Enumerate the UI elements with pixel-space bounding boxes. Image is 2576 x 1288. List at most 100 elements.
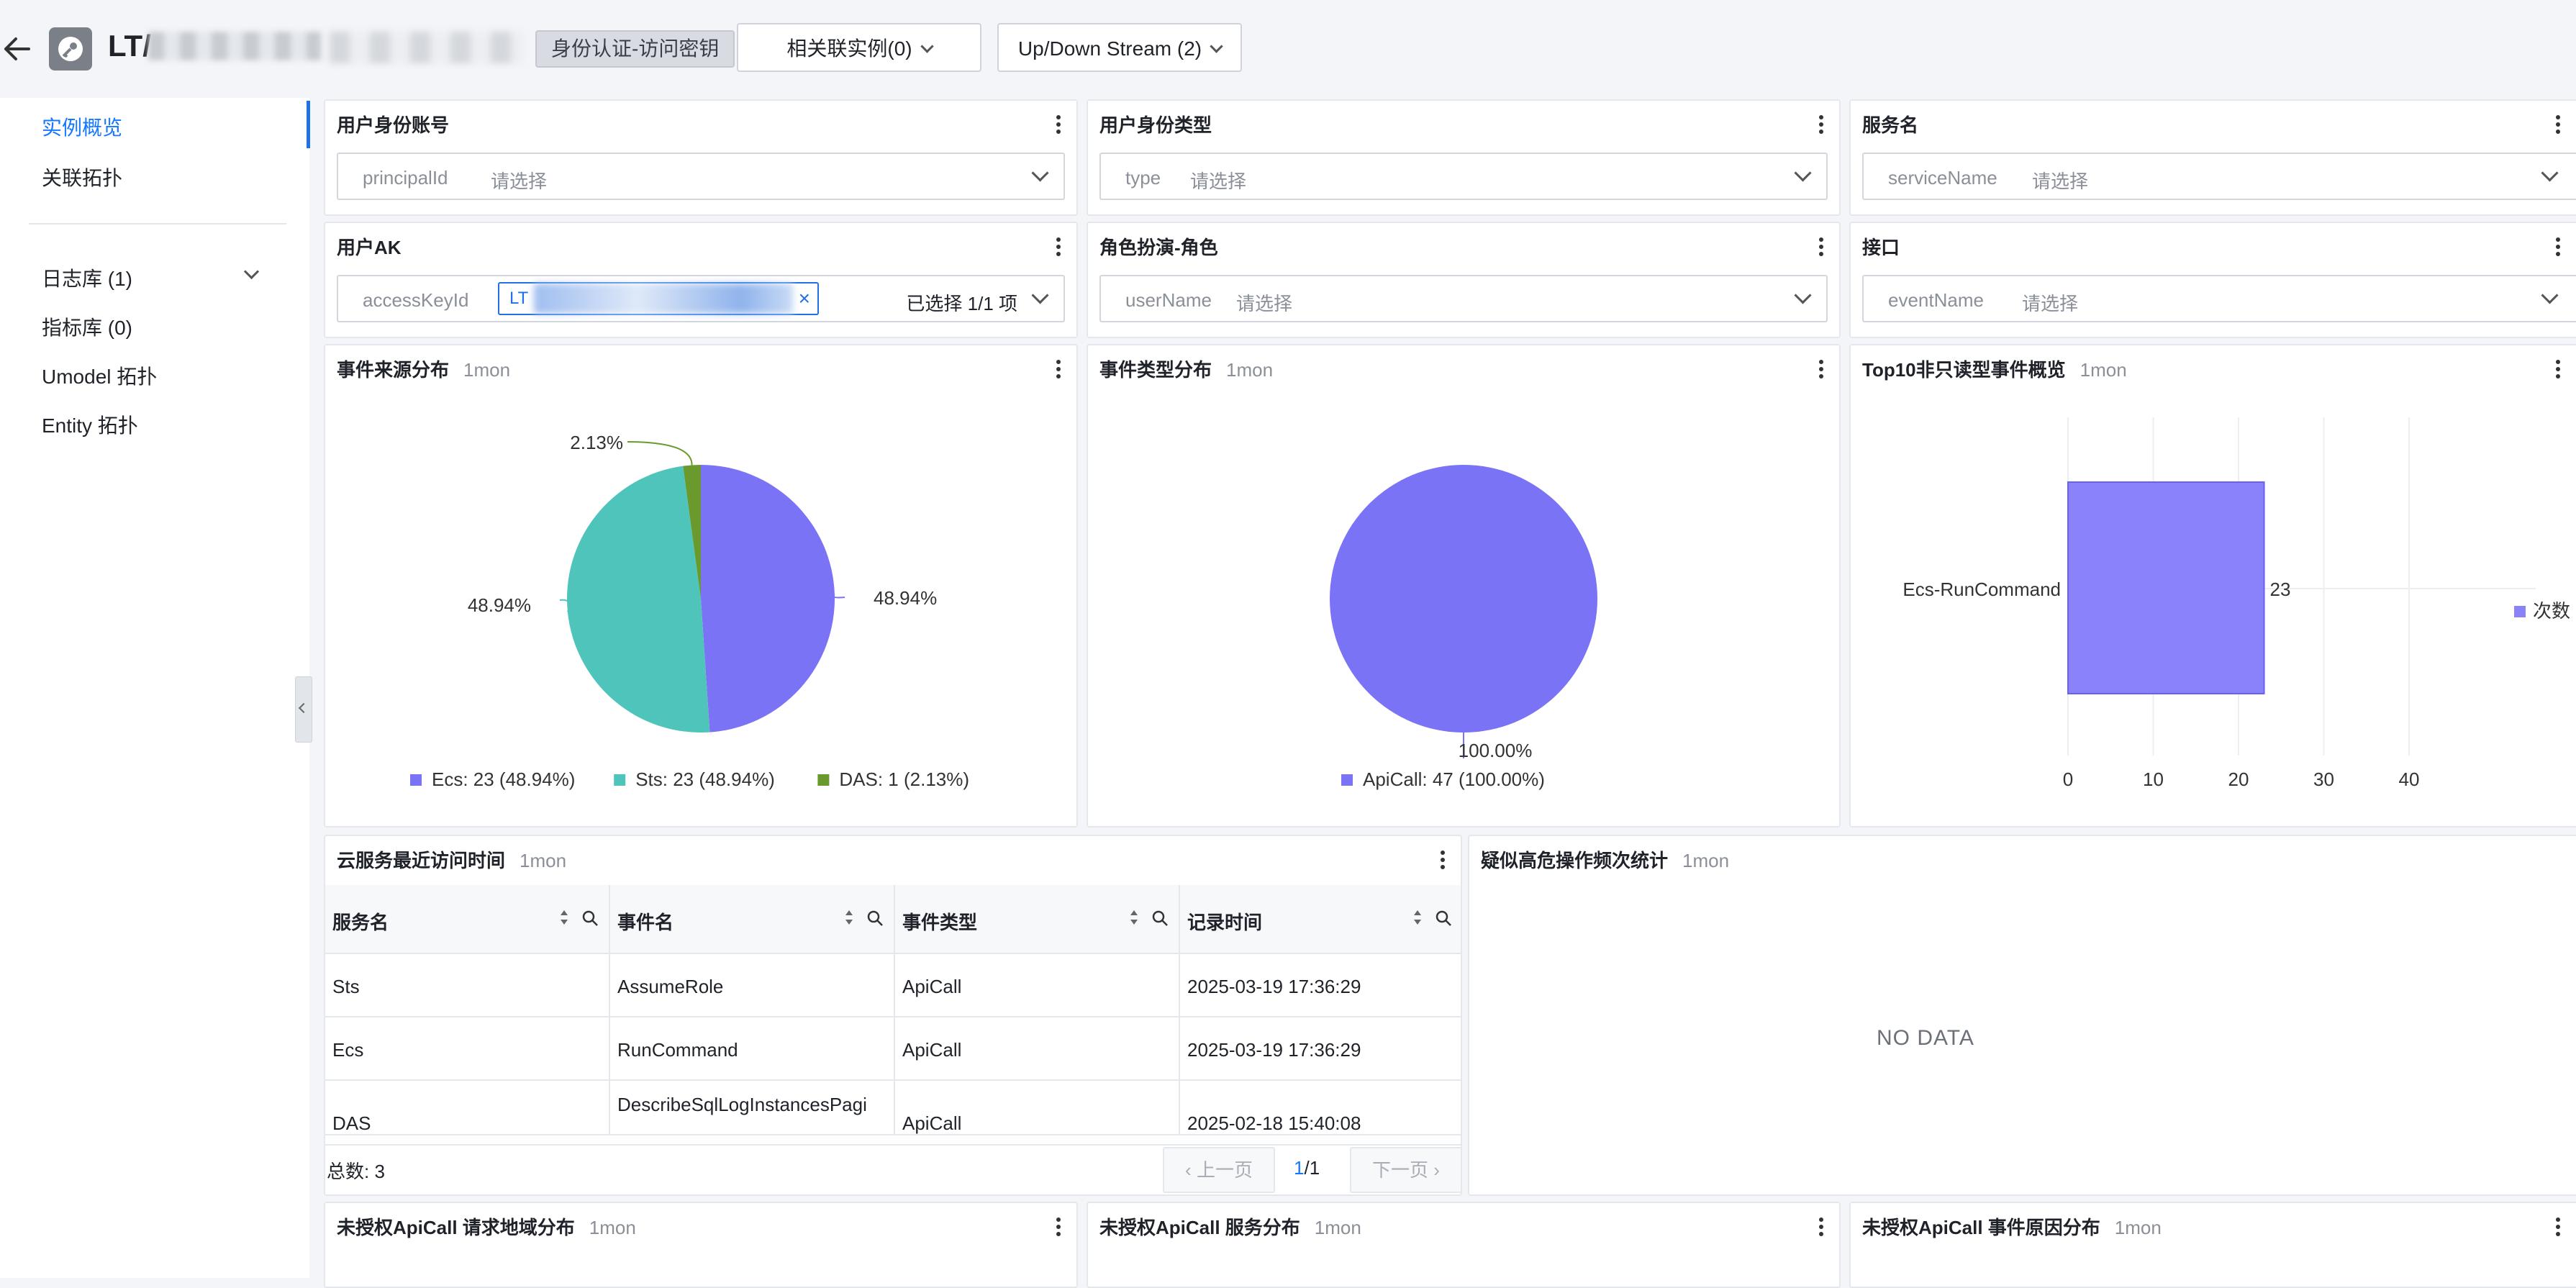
more-icon[interactable] — [1056, 360, 1061, 378]
bar — [2067, 481, 2265, 694]
more-icon[interactable] — [1056, 115, 1061, 134]
sidebar-item-metricstore[interactable]: 指标库 (0) — [42, 312, 132, 341]
chevron-down-icon — [1794, 286, 1812, 304]
access-key-select[interactable]: accessKeyId LT × 已选择 1/1 项 — [337, 275, 1065, 322]
filter-api-panel: 接口 eventName 请选择 — [1849, 222, 2576, 338]
sort-icon[interactable] — [1413, 907, 1422, 928]
sort-icon[interactable] — [560, 907, 568, 928]
event-type-pie: 100.00% ApiCall: 47 (100.00%) — [1330, 465, 1597, 790]
legend-swatch — [1341, 774, 1353, 786]
more-icon[interactable] — [1819, 115, 1823, 134]
api-select[interactable]: eventName 请选择 — [1862, 275, 2576, 322]
column-header-time[interactable]: 记录时间 — [1180, 885, 1461, 954]
panel-title: 未授权ApiCall 事件原因分布 1mon — [1862, 1213, 2162, 1240]
related-instances-label: 相关联实例(0) — [786, 37, 912, 60]
event-source-pie: 48.94% 48.94% 2.13% Ecs: 23 (48.94%) Sts: 23… — [410, 432, 969, 790]
search-icon[interactable] — [1151, 910, 1169, 927]
close-icon[interactable]: × — [799, 284, 810, 314]
redacted-ak — [534, 284, 793, 314]
principal-select[interactable]: principalId 请选择 — [337, 153, 1065, 200]
cell-text: Ecs — [332, 1039, 364, 1061]
panel-title-text: Top10非只读型事件概览 — [1862, 359, 2066, 381]
panel-title: 未授权ApiCall 请求地域分布 1mon — [337, 1213, 636, 1240]
more-icon[interactable] — [2556, 115, 2560, 134]
page-indicator: 1/1 — [1294, 1157, 1320, 1179]
cell-text: DAS — [332, 1112, 371, 1134]
sidebar-item-topology[interactable]: 关联拓扑 — [42, 163, 122, 191]
pie-label: 48.94% — [468, 594, 531, 616]
current-page: 1 — [1294, 1157, 1305, 1179]
time-range: 1mon — [1314, 1217, 1361, 1238]
panel-title: 云服务最近访问时间 1mon — [337, 846, 566, 873]
more-icon[interactable] — [1819, 360, 1823, 378]
column-header-service[interactable]: 服务名 — [325, 885, 610, 954]
unauth-service-panel: 未授权ApiCall 服务分布 1mon — [1087, 1202, 1841, 1288]
service-select[interactable]: serviceName 请选择 — [1862, 153, 2576, 200]
cell-text: ApiCall — [902, 1039, 962, 1061]
type-select[interactable]: type 请选择 — [1099, 153, 1828, 200]
cell-text: Sts — [332, 976, 360, 997]
panel-title: 事件来源分布 1mon — [337, 355, 510, 382]
select-key: eventName — [1888, 289, 1984, 311]
filter-ak-panel: 用户AK accessKeyId LT × 已选择 1/1 项 — [324, 222, 1078, 338]
x-tick-label: 20 — [2228, 768, 2249, 790]
sidebar-item-umodel[interactable]: Umodel 拓扑 — [42, 361, 157, 390]
column-header-type[interactable]: 事件类型 — [895, 885, 1180, 954]
unauth-reason-panel: 未授权ApiCall 事件原因分布 1mon — [1849, 1202, 2576, 1288]
y-category-label: Ecs-RunCommand — [1902, 579, 2061, 600]
back-arrow-icon[interactable] — [0, 29, 40, 69]
cell-text: 2025-03-19 17:36:29 — [1187, 976, 1361, 997]
top10-bar-chart: 0 10 20 30 40 Ecs-RunCommand 23 次数 — [1902, 417, 2570, 790]
selected-count: 已选择 1/1 项 — [906, 293, 1017, 314]
more-icon[interactable] — [1056, 1217, 1061, 1236]
column-header-event[interactable]: 事件名 — [610, 885, 895, 954]
time-range: 1mon — [1226, 359, 1274, 381]
sort-icon[interactable] — [1130, 907, 1138, 928]
sidebar-divider — [29, 223, 286, 225]
top10-panel: Top10非只读型事件概览 1mon 0 10 20 30 40 Ecs-RunComman… — [1849, 344, 2576, 827]
more-icon[interactable] — [2556, 360, 2560, 378]
table-cell: ApiCall — [895, 954, 1180, 1017]
table-cell: Ecs — [325, 1017, 610, 1081]
cell-text: ApiCall — [902, 1112, 962, 1134]
table-cell: ApiCall — [895, 1081, 1180, 1135]
next-page-button[interactable]: 下一页 › — [1350, 1147, 1461, 1193]
related-instances-button[interactable]: 相关联实例(0) — [737, 23, 981, 72]
more-icon[interactable] — [1056, 237, 1061, 256]
filter-service-panel: 服务名 serviceName 请选择 — [1849, 99, 2576, 216]
panel-title: 未授权ApiCall 服务分布 1mon — [1099, 1213, 1361, 1240]
panel-title: 服务名 — [1862, 114, 1919, 136]
cell-text: ApiCall — [902, 976, 962, 997]
more-icon[interactable] — [2556, 237, 2560, 256]
recent-access-panel: 云服务最近访问时间 1mon 服务名 事件名 事件类型 记录时间 Sts Assu… — [324, 835, 1462, 1196]
select-key: userName — [1125, 289, 1212, 311]
panel-title: Top10非只读型事件概览 1mon — [1862, 355, 2127, 382]
sidebar-item-overview[interactable]: 实例概览 — [42, 112, 122, 141]
search-icon[interactable] — [1435, 910, 1452, 927]
sidebar-collapse-handle[interactable] — [295, 676, 312, 743]
column-label: 服务名 — [332, 912, 389, 933]
x-tick-label: 10 — [2143, 768, 2164, 790]
sort-icon[interactable] — [845, 907, 853, 928]
search-icon[interactable] — [581, 910, 599, 927]
select-placeholder: 请选择 — [1236, 293, 1293, 314]
sidebar-item-entity[interactable]: Entity 拓扑 — [42, 410, 138, 439]
more-icon[interactable] — [2556, 1217, 2560, 1236]
prev-page-button[interactable]: ‹ 上一页 — [1163, 1147, 1275, 1193]
x-tick-label: 0 — [2063, 768, 2073, 790]
more-icon[interactable] — [1819, 237, 1823, 256]
selected-ak-chip[interactable]: LT × — [498, 282, 819, 315]
role-select[interactable]: userName 请选择 — [1099, 275, 1828, 322]
sidebar-item-logstore[interactable]: 日志库 (1) — [42, 263, 132, 292]
search-icon[interactable] — [866, 910, 884, 927]
table-cell: 2025-03-19 17:36:29 — [1180, 1017, 1461, 1081]
select-placeholder: 请选择 — [2022, 293, 2079, 314]
more-icon[interactable] — [1441, 851, 1445, 869]
bar-value-label: 23 — [2270, 579, 2291, 600]
table-cell: ApiCall — [895, 1017, 1180, 1081]
more-icon[interactable] — [1819, 1217, 1823, 1236]
up-down-stream-button[interactable]: Up/Down Stream (2) — [997, 23, 1242, 72]
table-cell: 2025-03-19 17:36:29 — [1180, 954, 1461, 1017]
total-count: 总数: 3 — [327, 1161, 385, 1182]
select-placeholder: 请选择 — [2032, 171, 2089, 192]
